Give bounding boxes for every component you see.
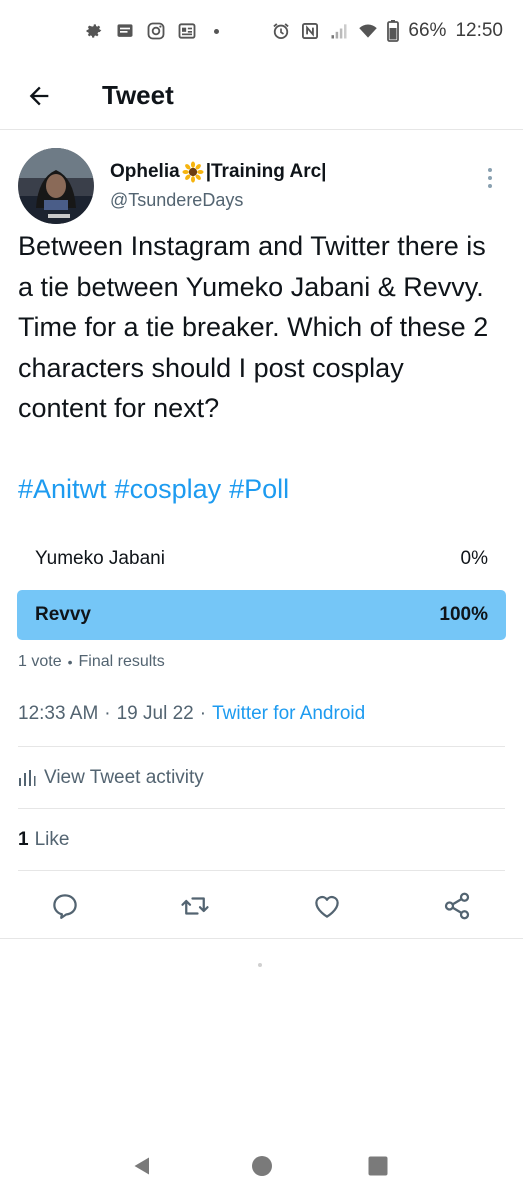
tweet-text: Between Instagram and Twitter there is a… — [18, 231, 489, 423]
more-options-button[interactable] — [475, 156, 505, 200]
wifi-icon — [358, 21, 378, 41]
news-icon — [177, 21, 197, 41]
status-bar-system: 66% 12:50 — [271, 20, 503, 42]
poll-option-percent: 100% — [439, 604, 488, 625]
share-button[interactable] — [435, 884, 479, 928]
reply-button[interactable] — [43, 884, 87, 928]
battery-icon — [387, 20, 400, 42]
retweet-icon — [181, 897, 209, 915]
tweet-author: Ophelia |Training Arc| @TsundereDays — [18, 148, 505, 224]
poll-option: Yumeko Jabani 0% — [17, 534, 506, 584]
like-button[interactable] — [305, 884, 349, 928]
back-button[interactable] — [16, 73, 62, 119]
circle-home-icon — [252, 1156, 272, 1176]
avatar[interactable] — [18, 148, 94, 224]
status-bar-notifications — [84, 21, 219, 41]
nav-recents-button[interactable] — [358, 1146, 398, 1186]
bar-chart-icon — [19, 770, 36, 786]
display-name: Ophelia |Training Arc| — [110, 161, 326, 183]
tweet-time: 12:33 AM — [18, 703, 99, 724]
nfc-icon — [300, 21, 320, 41]
poll-status: Final results — [78, 653, 165, 670]
sunflower-emoji-icon — [182, 161, 204, 183]
share-icon — [444, 892, 470, 920]
nav-back-button[interactable] — [122, 1146, 162, 1186]
display-name-part-2: |Training Arc| — [205, 161, 327, 182]
hashtag-link[interactable]: #Poll — [229, 474, 289, 504]
heart-icon — [315, 895, 339, 918]
settings-gear-icon — [84, 21, 104, 41]
tweet-date: 19 Jul 22 — [116, 703, 194, 724]
tweet-actions — [0, 872, 523, 940]
more-notifications-dot — [214, 28, 219, 34]
vertical-dots-icon — [488, 168, 492, 172]
tweet-source-link[interactable]: Twitter for Android — [212, 703, 365, 725]
top-app-bar: Tweet — [0, 62, 523, 130]
poll-summary: 1 vote • Final results — [18, 653, 165, 670]
poll-vote-count: 1 vote — [18, 653, 62, 670]
hashtag-link[interactable]: #cosplay — [115, 474, 222, 504]
view-tweet-activity-label: View Tweet activity — [44, 767, 204, 788]
instagram-icon — [146, 21, 166, 41]
tweet-hashtags: #Anitwt #cosplay #Poll — [18, 469, 297, 509]
page-title: Tweet — [102, 80, 174, 110]
arrow-left-icon — [29, 86, 49, 105]
hashtag-link[interactable]: #Anitwt — [18, 474, 107, 504]
battery-percent: 66% — [408, 20, 447, 41]
divider — [18, 870, 505, 871]
status-bar: 66% 12:50 — [0, 0, 523, 62]
author-names[interactable]: Ophelia |Training Arc| @TsundereDays — [110, 161, 326, 211]
system-navigation-bar — [0, 1140, 523, 1200]
reply-icon — [53, 894, 77, 919]
alarm-icon — [271, 21, 291, 41]
user-handle: @TsundereDays — [110, 190, 244, 210]
poll-option-winner: Revvy 100% — [17, 590, 506, 640]
likes-label: Like — [34, 829, 70, 850]
poll-option-percent: 0% — [460, 548, 488, 569]
divider — [18, 808, 505, 809]
message-icon — [115, 21, 135, 41]
likes-count[interactable]: 1 Like — [18, 810, 69, 870]
clock-time: 12:50 — [455, 20, 503, 41]
square-recents-icon — [368, 1156, 388, 1176]
poll-option-label: Revvy — [35, 604, 91, 625]
poll-option-label: Yumeko Jabani — [35, 548, 165, 569]
likes-number: 1 — [18, 829, 29, 850]
scroll-end-indicator — [258, 963, 262, 967]
view-tweet-activity-button[interactable]: View Tweet activity — [18, 748, 505, 808]
divider — [18, 746, 505, 747]
nav-home-button[interactable] — [242, 1146, 282, 1186]
retweet-button[interactable] — [173, 884, 217, 928]
display-name-part-1: Ophelia — [110, 161, 180, 182]
divider — [0, 938, 523, 939]
triangle-back-icon — [134, 1157, 149, 1175]
tweet-timestamp: 12:33 AM · 19 Jul 22 · Twitter for Andro… — [18, 703, 366, 725]
signal-icon — [329, 21, 349, 41]
